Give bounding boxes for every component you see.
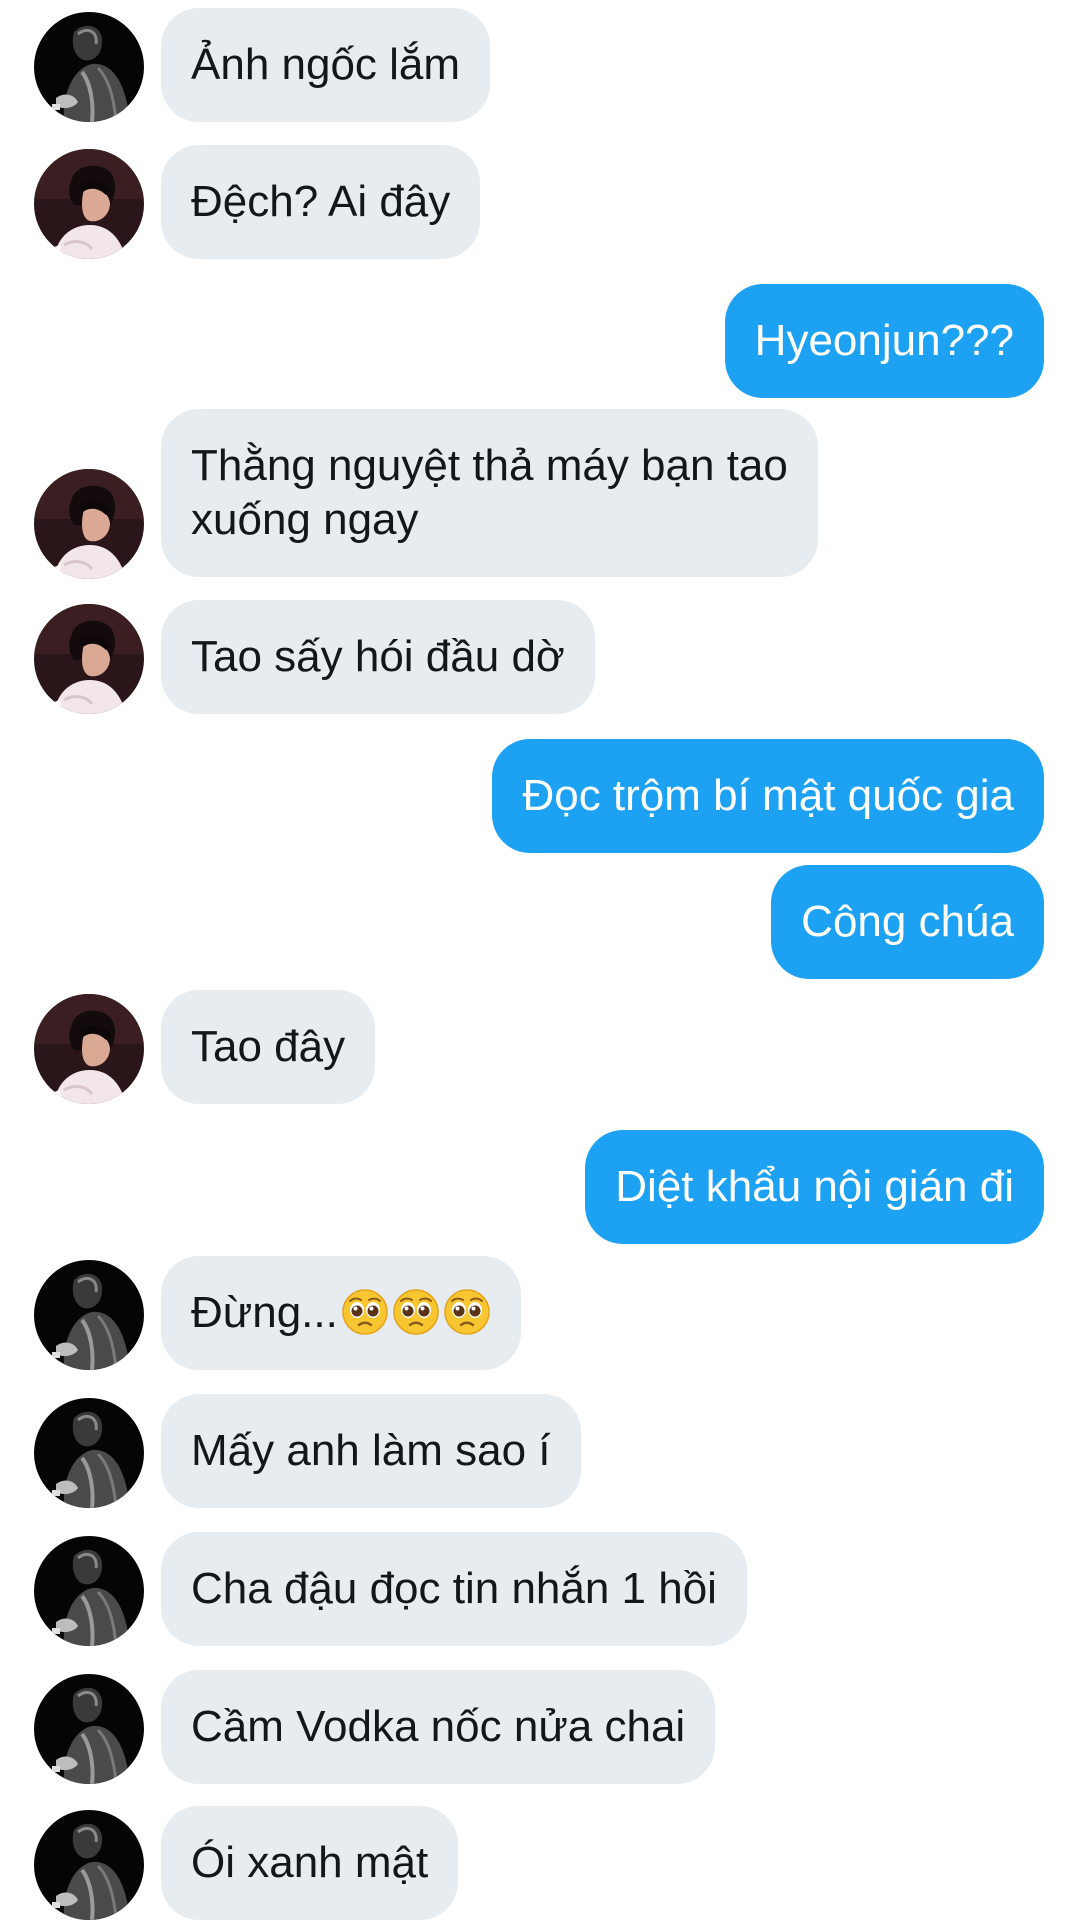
message-row: Đọc trộm bí mật quốc gia xyxy=(0,739,1075,853)
message-row: Thằng nguyệt thả máy bạn tao xuống ngay xyxy=(0,409,1075,577)
message-text: Ảnh ngốc lắm xyxy=(191,40,461,89)
contact-avatar[interactable] xyxy=(34,1398,144,1508)
outgoing-message-bubble[interactable]: Hyeonjun??? xyxy=(724,284,1044,398)
message-text: Đọc trộm bí mật quốc gia xyxy=(522,771,1014,820)
chat-thread: Ảnh ngốc lắm Đệch? Ai đây Hyeonjun??? Th… xyxy=(0,0,1075,1920)
contact-avatar[interactable] xyxy=(34,1260,144,1370)
message-text: Cầm Vodka nốc nửa chai xyxy=(191,1702,686,1751)
pleading-face-icon xyxy=(443,1288,491,1336)
contact-avatar[interactable] xyxy=(34,149,144,259)
message-row: Cầm Vodka nốc nửa chai xyxy=(0,1670,1075,1784)
avatar-dark xyxy=(34,1536,144,1646)
incoming-message-bubble[interactable]: Đừng... xyxy=(161,1256,521,1370)
message-text: Hyeonjun??? xyxy=(754,316,1014,365)
contact-avatar[interactable] xyxy=(34,604,144,714)
avatar-light xyxy=(34,149,144,259)
message-row: Đệch? Ai đây xyxy=(0,145,1075,259)
message-text: Mấy anh làm sao í xyxy=(191,1426,551,1475)
pleading-face-icon xyxy=(392,1288,440,1336)
incoming-message-bubble[interactable]: Ảnh ngốc lắm xyxy=(161,8,491,122)
message-row: Ói xanh mật xyxy=(0,1806,1075,1920)
message-row: Tao đây xyxy=(0,990,1075,1104)
message-text: Đệch? Ai đây xyxy=(191,177,451,226)
contact-avatar[interactable] xyxy=(34,994,144,1104)
outgoing-message-bubble[interactable]: Diệt khẩu nội gián đi xyxy=(585,1130,1044,1244)
message-text: Công chúa xyxy=(801,897,1014,946)
pleading-face-icon xyxy=(341,1288,389,1336)
message-text: Cha đậu đọc tin nhắn 1 hồi xyxy=(191,1564,717,1613)
message-row: Đừng... xyxy=(0,1256,1075,1370)
message-row: Công chúa xyxy=(0,865,1075,979)
avatar-dark xyxy=(34,12,144,122)
avatar-light xyxy=(34,469,144,579)
message-row: Tao sấy hói đầu dờ xyxy=(0,600,1075,714)
avatar-dark xyxy=(34,1260,144,1370)
incoming-message-bubble[interactable]: Tao sấy hói đầu dờ xyxy=(161,600,595,714)
incoming-message-bubble[interactable]: Thằng nguyệt thả máy bạn tao xuống ngay xyxy=(161,409,818,577)
avatar-dark xyxy=(34,1674,144,1784)
avatar-dark xyxy=(34,1398,144,1508)
message-text: Tao sấy hói đầu dờ xyxy=(191,632,565,681)
message-text: Diệt khẩu nội gián đi xyxy=(615,1162,1014,1211)
contact-avatar[interactable] xyxy=(34,1536,144,1646)
incoming-message-bubble[interactable]: Mấy anh làm sao í xyxy=(161,1394,581,1508)
message-text: Tao đây xyxy=(191,1022,346,1071)
contact-avatar[interactable] xyxy=(34,12,144,122)
message-text: Ói xanh mật xyxy=(191,1838,429,1887)
contact-avatar[interactable] xyxy=(34,469,144,579)
message-row: Diệt khẩu nội gián đi xyxy=(0,1130,1075,1244)
contact-avatar[interactable] xyxy=(34,1810,144,1920)
contact-avatar[interactable] xyxy=(34,1674,144,1784)
avatar-light xyxy=(34,604,144,714)
incoming-message-bubble[interactable]: Cầm Vodka nốc nửa chai xyxy=(161,1670,716,1784)
outgoing-message-bubble[interactable]: Công chúa xyxy=(771,865,1044,979)
message-text-line: xuống ngay xyxy=(191,495,419,544)
incoming-message-bubble[interactable]: Tao đây xyxy=(161,990,376,1104)
message-text: Đừng... xyxy=(191,1288,338,1337)
incoming-message-bubble[interactable]: Cha đậu đọc tin nhắn 1 hồi xyxy=(161,1532,747,1646)
message-text-line: Thằng nguyệt thả máy bạn tao xyxy=(191,441,788,490)
message-row: Cha đậu đọc tin nhắn 1 hồi xyxy=(0,1532,1075,1646)
incoming-message-bubble[interactable]: Ói xanh mật xyxy=(161,1806,459,1920)
incoming-message-bubble[interactable]: Đệch? Ai đây xyxy=(161,145,481,259)
message-row: Mấy anh làm sao í xyxy=(0,1394,1075,1508)
avatar-dark xyxy=(34,1810,144,1920)
message-row: Ảnh ngốc lắm xyxy=(0,8,1075,122)
avatar-light xyxy=(34,994,144,1104)
outgoing-message-bubble[interactable]: Đọc trộm bí mật quốc gia xyxy=(492,739,1044,853)
message-row: Hyeonjun??? xyxy=(0,284,1075,398)
